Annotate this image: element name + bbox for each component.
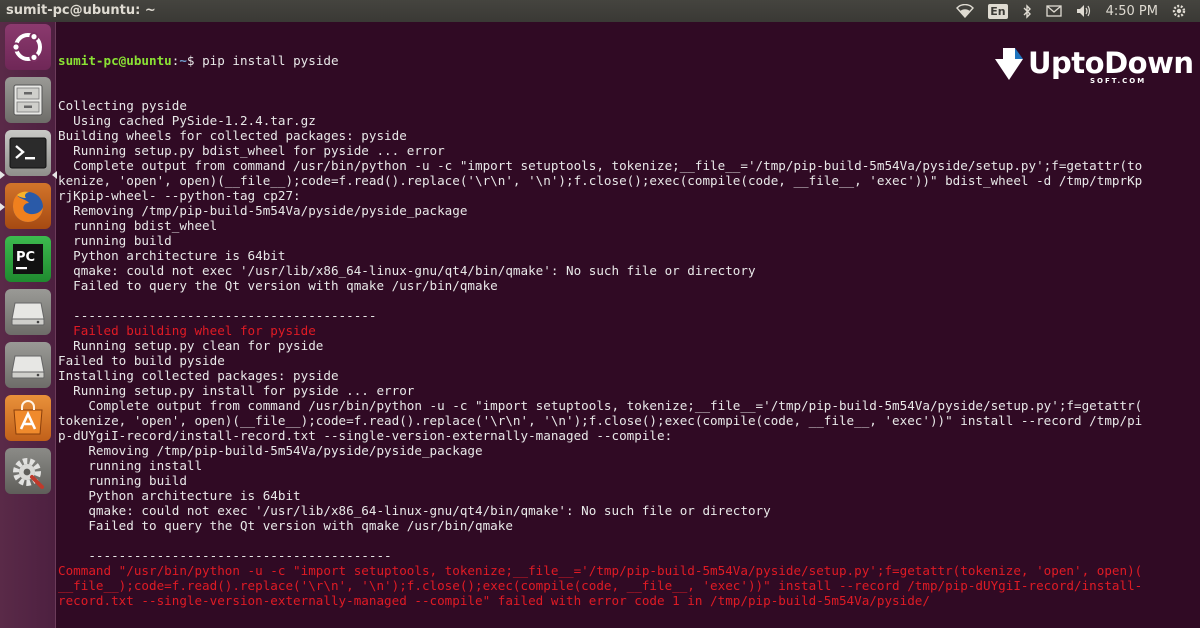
terminal-output[interactable]: sumit-pc@ubuntu:~$ pip install pyside Co…: [58, 22, 1200, 628]
prompt-user: sumit-pc@ubuntu: [58, 53, 172, 68]
terminal-line: Using cached PySide-1.2.4.tar.gz: [58, 113, 316, 128]
terminal-line: Installing collected packages: pyside: [58, 368, 339, 383]
terminal-line: rjKpip-wheel- --python-tag cp27:: [58, 188, 301, 203]
launcher-files[interactable]: [5, 77, 51, 123]
launcher-dash-home[interactable]: [5, 24, 51, 70]
terminal-line: Complete output from command /usr/bin/py…: [58, 158, 1143, 173]
terminal-line: Running setup.py clean for pyside: [58, 338, 324, 353]
terminal-line: __file__);code=f.read().replace('\r\n', …: [58, 578, 1143, 593]
watermark-brand: UptoDown: [1028, 46, 1194, 80]
terminal-line: Removing /tmp/pip-build-5m54Va/pyside/py…: [58, 443, 483, 458]
terminal-line: Python architecture is 64bit: [58, 488, 301, 503]
download-arrow-logo-icon: [995, 48, 1023, 80]
pycharm-icon: PC: [13, 244, 43, 274]
terminal-icon: [9, 137, 47, 169]
terminal-line: kenize, 'open', open)(__file__);code=f.r…: [58, 173, 1143, 188]
terminal-line: Running setup.py install for pyside ... …: [58, 383, 415, 398]
svg-text:PC: PC: [16, 250, 35, 265]
watermark-subtext: SOFT.COM: [1090, 77, 1147, 85]
launcher-drive-2[interactable]: [5, 342, 51, 388]
terminal-line: running install: [58, 458, 203, 473]
prompt-symbol: $: [186, 53, 195, 68]
terminal-line: record.txt --single-version-externally-m…: [58, 593, 930, 608]
keyboard-layout-indicator[interactable]: En: [988, 3, 1008, 19]
terminal-line: qmake: could not exec '/usr/lib/x86_64-l…: [58, 503, 771, 518]
terminal-line: ----------------------------------------: [58, 308, 377, 323]
terminal-line: Command "/usr/bin/python -u -c "import s…: [58, 563, 1143, 578]
launcher: PC: [0, 22, 57, 628]
top-panel: sumit-pc@ubuntu: ~ En 4:50 PM: [0, 0, 1200, 22]
settings-gear-icon: [13, 458, 44, 489]
ubuntu-logo-icon: [11, 32, 42, 63]
terminal-line: Complete output from command /usr/bin/py…: [58, 398, 1143, 413]
typed-command: pip install pyside: [194, 53, 339, 68]
terminal-line: Failed to query the Qt version with qmak…: [58, 278, 498, 293]
terminal-line: Failed to build pyside: [58, 353, 225, 368]
launcher-software-center[interactable]: [5, 395, 51, 441]
terminal-line: qmake: could not exec '/usr/lib/x86_64-l…: [58, 263, 756, 278]
terminal-line: p-dUYgiI-record/install-record.txt --sin…: [58, 428, 673, 443]
hard-drive-icon: [11, 302, 45, 326]
terminal-line: Failed to query the Qt version with qmak…: [58, 518, 513, 533]
volume-icon[interactable]: [1076, 4, 1092, 18]
terminal-line: Collecting pyside: [58, 98, 187, 113]
terminal-line: Failed building wheel for pyside: [58, 323, 316, 338]
bluetooth-icon[interactable]: [1022, 3, 1032, 19]
prompt-path: ~: [179, 53, 187, 68]
uptodown-watermark: UptoDown SOFT.COM: [994, 44, 1194, 85]
launcher-system-settings[interactable]: [5, 448, 51, 494]
shopping-bag-icon: [13, 400, 43, 435]
wifi-icon[interactable]: [956, 4, 975, 18]
launcher-active-indicator: [52, 171, 57, 179]
terminal-output-lines: Collecting pyside Using cached PySide-1.…: [58, 98, 1200, 608]
terminal-line: tokenize, 'open', open)(__file__);code=f…: [58, 413, 1143, 428]
file-cabinet-icon: [13, 84, 43, 116]
launcher-terminal[interactable]: [5, 130, 51, 176]
terminal-line: Running setup.py bdist_wheel for pyside …: [58, 143, 445, 158]
clock[interactable]: 4:50 PM: [1106, 4, 1158, 19]
firefox-icon: [13, 191, 43, 222]
terminal-line: Removing /tmp/pip-build-5m54Va/pyside/py…: [58, 203, 468, 218]
launcher-pycharm[interactable]: PC: [5, 236, 51, 282]
terminal-line: running build: [58, 233, 172, 248]
terminal-line: running build: [58, 473, 187, 488]
terminal-line: running bdist_wheel: [58, 218, 218, 233]
mail-icon[interactable]: [1045, 5, 1062, 17]
terminal-line: Building wheels for collected packages: …: [58, 128, 407, 143]
system-tray: En 4:50 PM: [942, 0, 1186, 22]
terminal-line: ----------------------------------------: [58, 548, 392, 563]
window-title: sumit-pc@ubuntu: ~: [6, 3, 156, 18]
terminal-line: Python architecture is 64bit: [58, 248, 286, 263]
launcher-drive-1[interactable]: [5, 289, 51, 335]
power-gear-icon[interactable]: [1172, 4, 1186, 18]
hard-drive-icon: [11, 355, 45, 379]
launcher-firefox[interactable]: [5, 183, 51, 229]
